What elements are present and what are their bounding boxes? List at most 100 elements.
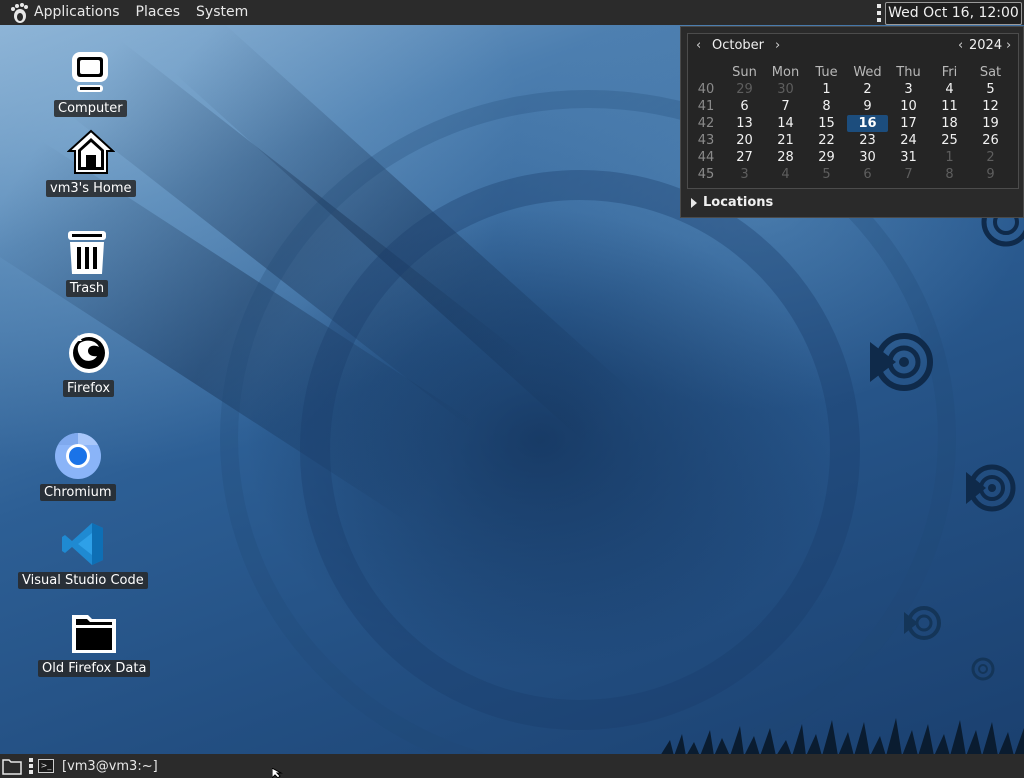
taskbar-item-label: [vm3@vm3:~]	[62, 758, 158, 774]
calendar-day[interactable]: 28	[765, 149, 806, 166]
calendar-day-today[interactable]: 16	[847, 115, 888, 132]
calendar-day[interactable]: 23	[847, 132, 888, 149]
calendar-day[interactable]: 14	[765, 115, 806, 132]
desktop-icon-label: Visual Studio Code	[18, 572, 148, 589]
calendar: ‹ October › ‹ 2024 › Sun Mon Tue Wed Thu Fri S…	[687, 33, 1019, 189]
desktop-icon-vscode[interactable]: Visual Studio Code	[18, 520, 148, 589]
clock-applet[interactable]: Wed Oct 16, 12:00 PM	[885, 2, 1022, 42]
calendar-day[interactable]: 31	[888, 149, 929, 166]
calendar-day[interactable]: 21	[765, 132, 806, 149]
weekday-label: Thu	[896, 65, 921, 80]
top-panel: Applications Places System Wed Oct 16, 1…	[0, 0, 1024, 42]
wallpaper-logo	[966, 464, 1016, 512]
next-month-button[interactable]: ›	[775, 38, 780, 53]
locations-expander[interactable]: Locations	[691, 195, 773, 210]
calendar-day[interactable]: 8	[806, 98, 847, 115]
calendar-week-row: 41 6 7 8 9 10 11 12	[688, 98, 1011, 115]
calendar-day[interactable]: 6	[724, 98, 765, 115]
next-year-button[interactable]: ›	[1006, 38, 1011, 53]
calendar-day[interactable]: 3	[888, 81, 929, 98]
calendar-day[interactable]: 17	[888, 115, 929, 132]
prev-month-button[interactable]: ‹	[696, 38, 701, 53]
wallpaper-logo	[904, 606, 941, 640]
calendar-day[interactable]: 30	[765, 81, 806, 98]
places-menu[interactable]: Places	[128, 0, 189, 25]
trash-icon	[63, 228, 111, 276]
week-number: 45	[697, 167, 715, 182]
mouse-cursor-icon	[272, 768, 283, 778]
desktop-icon-computer[interactable]: Computer	[54, 48, 127, 117]
weekday-label: Tue	[815, 65, 838, 80]
calendar-day[interactable]: 15	[806, 115, 847, 132]
calendar-day[interactable]: 1	[929, 149, 970, 166]
calendar-day[interactable]: 26	[970, 132, 1011, 149]
calendar-day[interactable]: 18	[929, 115, 970, 132]
calendar-weekday-header: Sun Mon Tue Wed Thu Fri Sat	[688, 64, 1011, 81]
calendar-day[interactable]: 29	[724, 81, 765, 98]
locations-label: Locations	[703, 195, 774, 210]
panel-drag-handle[interactable]	[876, 4, 882, 22]
calendar-day[interactable]: 5	[970, 81, 1011, 98]
weekday-label: Sun	[732, 65, 757, 80]
calendar-day[interactable]: 11	[929, 98, 970, 115]
calendar-day[interactable]: 4	[929, 81, 970, 98]
weekday-label: Sat	[979, 65, 1002, 80]
calendar-day[interactable]: 2	[847, 81, 888, 98]
wallpaper-logo	[870, 333, 933, 391]
desktop-icon-firefox[interactable]: Firefox	[63, 328, 115, 397]
calendar-day[interactable]: 8	[929, 166, 970, 183]
desktop-icon-label: Trash	[65, 280, 109, 297]
calendar-day[interactable]: 5	[806, 166, 847, 183]
wallpaper-grass	[660, 718, 1024, 756]
desktop-icon-label: vm3's Home	[46, 180, 136, 197]
week-number: 44	[697, 150, 715, 165]
folder-icon	[70, 608, 118, 656]
calendar-day[interactable]: 4	[765, 166, 806, 183]
calendar-day[interactable]: 9	[970, 166, 1011, 183]
desktop-icon-chromium[interactable]: Chromium	[40, 432, 116, 501]
desktop-icon-label: Computer	[54, 100, 127, 117]
desktop-icon-home[interactable]: vm3's Home	[46, 128, 136, 197]
gnome-foot-icon	[11, 2, 28, 23]
calendar-day[interactable]: 27	[724, 149, 765, 166]
applications-menu[interactable]: Applications	[0, 0, 128, 25]
calendar-day[interactable]: 6	[847, 166, 888, 183]
weekday-label: Wed	[853, 65, 882, 80]
system-menu[interactable]: System	[188, 0, 256, 25]
applications-menu-label: Applications	[34, 4, 120, 20]
desktop-icon-label: Old Firefox Data	[38, 660, 151, 677]
calendar-day[interactable]: 12	[970, 98, 1011, 115]
calendar-day[interactable]: 10	[888, 98, 929, 115]
weekday-label: Fri	[941, 65, 958, 80]
calendar-day[interactable]: 13	[724, 115, 765, 132]
calendar-day[interactable]: 29	[806, 149, 847, 166]
desktop-icon-old-firefox-data[interactable]: Old Firefox Data	[38, 608, 151, 677]
calendar-day[interactable]: 20	[724, 132, 765, 149]
calendar-popup: ‹ October › ‹ 2024 › Sun Mon Tue Wed Thu Fri S…	[680, 26, 1024, 218]
calendar-day[interactable]: 24	[888, 132, 929, 149]
calendar-day[interactable]: 19	[970, 115, 1011, 132]
prev-year-button[interactable]: ‹	[958, 38, 963, 53]
calendar-day[interactable]: 1	[806, 81, 847, 98]
weekday-label: Mon	[771, 65, 800, 80]
panel-drag-handle[interactable]	[28, 758, 34, 774]
calendar-day[interactable]: 3	[724, 166, 765, 183]
chromium-icon	[54, 432, 102, 480]
expander-arrow-icon	[691, 197, 697, 208]
calendar-month: October	[712, 38, 765, 53]
show-desktop-icon[interactable]	[2, 757, 22, 775]
taskbar-item-terminal[interactable]: >_ [vm3@vm3:~]	[38, 756, 158, 776]
calendar-week-row: 43 20 21 22 23 24 25 26	[688, 132, 1011, 149]
calendar-day[interactable]: 25	[929, 132, 970, 149]
calendar-day[interactable]: 9	[847, 98, 888, 115]
firefox-icon	[65, 328, 113, 376]
calendar-day[interactable]: 30	[847, 149, 888, 166]
calendar-grid: Sun Mon Tue Wed Thu Fri Sat 40 29 30 1 2 3 4 5 41 6 7 8 9 10…	[688, 64, 1011, 183]
desktop-icon-trash[interactable]: Trash	[63, 228, 111, 297]
calendar-day[interactable]: 7	[888, 166, 929, 183]
computer-icon	[66, 48, 114, 96]
calendar-day[interactable]: 2	[970, 149, 1011, 166]
calendar-day[interactable]: 7	[765, 98, 806, 115]
calendar-week-row: 44 27 28 29 30 31 1 2	[688, 149, 1011, 166]
calendar-day[interactable]: 22	[806, 132, 847, 149]
